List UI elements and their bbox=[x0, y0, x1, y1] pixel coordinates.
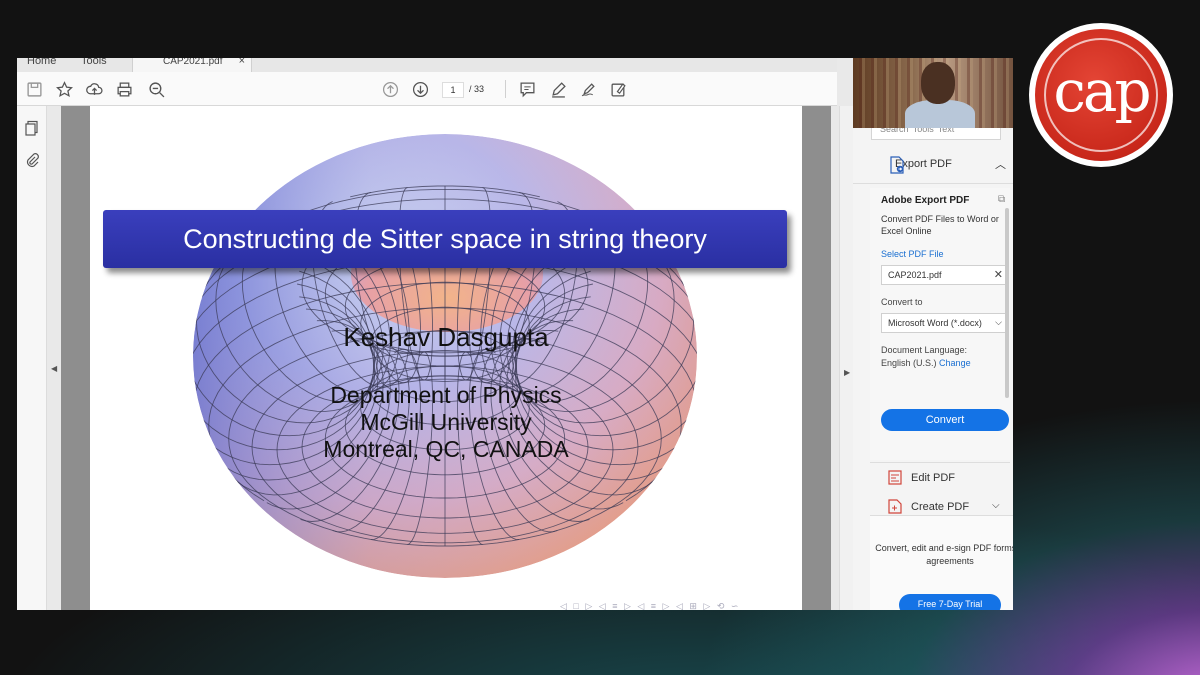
tab-document[interactable]: CAP2021.pdf × bbox=[132, 58, 252, 72]
cap-logo-ring bbox=[1044, 38, 1158, 152]
edit-pdf-label: Edit PDF bbox=[911, 472, 956, 484]
export-pdf-icon bbox=[890, 156, 904, 174]
acrobat-window: Home Tools CAP2021.pdf × 1 / 33 ◀ Constr… bbox=[17, 58, 1013, 610]
chevron-down-icon[interactable]: ⌵ bbox=[992, 500, 1000, 511]
change-language-link[interactable]: Change bbox=[939, 358, 971, 368]
tab-home[interactable]: Home bbox=[27, 58, 56, 67]
beamer-navigation-symbols[interactable]: ◁ □ ▷ ◁ ≡ ▷ ◁ ≡ ▷ ◁ ⊞ ▷ ⟲ ∽ bbox=[560, 601, 740, 610]
selected-file-name: CAP2021.pdf bbox=[888, 270, 942, 280]
chevron-up-icon[interactable]: ︿ bbox=[995, 156, 1006, 172]
chevron-down-icon: ⌵ bbox=[995, 317, 1002, 327]
right-panel-toggle[interactable]: ▶ bbox=[839, 106, 853, 610]
zoom-out-icon[interactable] bbox=[146, 79, 166, 99]
free-trial-button[interactable]: Free 7-Day Trial bbox=[899, 594, 1001, 610]
next-page-icon[interactable] bbox=[410, 79, 430, 99]
left-navigation-rail bbox=[17, 106, 47, 610]
close-tab-icon[interactable]: × bbox=[239, 58, 245, 67]
collapse-left-panel-icon[interactable]: ◀ bbox=[51, 364, 57, 373]
affiliation-university: McGill University bbox=[360, 409, 532, 435]
tab-bar: Home Tools CAP2021.pdf × bbox=[17, 58, 837, 72]
promo-text: Convert, edit and e-sign PDF forms & agr… bbox=[875, 543, 1013, 566]
save-icon[interactable] bbox=[24, 79, 44, 99]
bookmark-star-icon[interactable] bbox=[54, 79, 74, 99]
speaker-head bbox=[921, 62, 955, 104]
attachment-paperclip-icon[interactable] bbox=[24, 152, 40, 168]
convert-to-label: Convert to bbox=[881, 297, 923, 307]
document-language-value: English (U.S.) bbox=[881, 358, 937, 368]
panel-scrollbar[interactable] bbox=[1005, 208, 1009, 398]
page-number-input[interactable]: 1 bbox=[442, 82, 464, 98]
export-description: Convert PDF Files to Word or Excel Onlin… bbox=[881, 214, 999, 236]
print-icon[interactable] bbox=[114, 79, 134, 99]
comment-icon[interactable] bbox=[517, 79, 537, 99]
convert-button[interactable]: Convert bbox=[881, 409, 1009, 431]
edit-pdf-icon bbox=[888, 470, 902, 485]
export-title: Adobe Export PDF bbox=[881, 195, 970, 206]
cloud-upload-icon[interactable] bbox=[84, 79, 104, 99]
toolbar: 1 / 33 bbox=[17, 72, 837, 106]
slide-title-banner: Constructing de Sitter space in string t… bbox=[103, 210, 787, 268]
cap-logo: cap bbox=[1029, 23, 1173, 167]
clear-file-icon[interactable]: ✕ bbox=[994, 268, 1003, 281]
document-language-label: Document Language: bbox=[881, 345, 968, 355]
fill-sign-icon[interactable] bbox=[608, 79, 628, 99]
tools-pane: Search 'Tools' Text Export PDF ︿ Adobe E… bbox=[853, 58, 1013, 610]
document-language: Document Language: English (U.S.) Change bbox=[881, 344, 971, 370]
previous-page-icon[interactable] bbox=[380, 79, 400, 99]
create-pdf-label: Create PDF bbox=[911, 501, 970, 513]
selected-file-field[interactable]: CAP2021.pdf ✕ bbox=[881, 265, 1009, 285]
convert-format-select[interactable]: Microsoft Word (*.docx) ⌵ bbox=[881, 313, 1009, 333]
document-viewport[interactable]: ◀ Constructing de Sitter space in string… bbox=[51, 106, 831, 610]
expand-panel-icon[interactable]: ▶ bbox=[844, 368, 850, 377]
toolbar-divider bbox=[505, 80, 506, 98]
trial-promo: Convert, edit and e-sign PDF forms & agr… bbox=[870, 515, 1013, 610]
highlight-pen-icon[interactable] bbox=[548, 79, 568, 99]
speaker-shirt bbox=[905, 100, 975, 128]
cap-logo-disc: cap bbox=[1035, 29, 1167, 161]
speaker-webcam-video bbox=[853, 58, 1013, 128]
sign-icon[interactable] bbox=[578, 79, 598, 99]
page-thumbnails-icon[interactable] bbox=[24, 120, 40, 136]
affiliation-department: Department of Physics bbox=[330, 382, 562, 408]
select-pdf-file-link[interactable]: Select PDF File bbox=[881, 249, 944, 259]
pdf-page: Constructing de Sitter space in string t… bbox=[90, 106, 802, 610]
author-name: Keshav Dasgupta bbox=[343, 322, 549, 352]
copy-icon[interactable]: ⧉ bbox=[998, 194, 1005, 205]
create-pdf-icon bbox=[888, 499, 902, 514]
tab-tools[interactable]: Tools bbox=[81, 58, 107, 67]
tool-edit-pdf[interactable]: Edit PDF bbox=[870, 462, 1010, 490]
torus-figure bbox=[193, 134, 697, 578]
tab-document-label: CAP2021.pdf bbox=[163, 58, 223, 67]
convert-format-value: Microsoft Word (*.docx) bbox=[888, 318, 982, 328]
affiliation-location: Montreal, QC, CANADA bbox=[323, 436, 569, 462]
export-pdf-body: Adobe Export PDF ⧉ Convert PDF Files to … bbox=[870, 188, 1010, 460]
page-total: / 33 bbox=[469, 84, 485, 94]
export-pdf-header[interactable]: Export PDF ︿ bbox=[853, 154, 1013, 184]
